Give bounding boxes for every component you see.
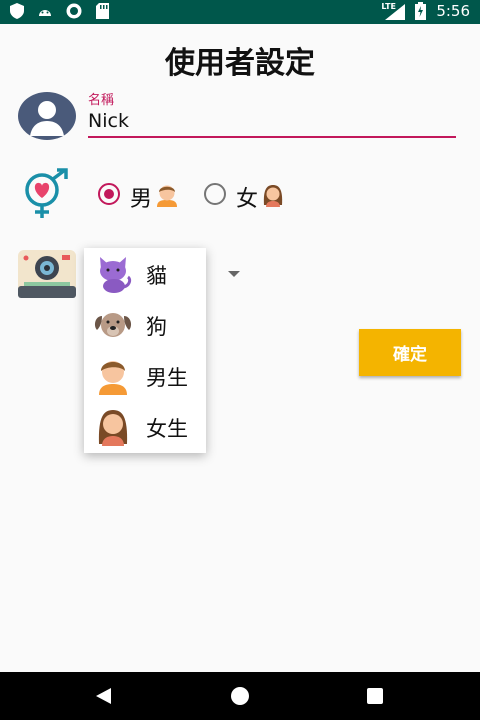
gender-female-label[interactable]: 女 [236,181,258,213]
menu-item-cat[interactable]: 貓 [84,248,206,299]
menu-item-label: 狗 [146,315,167,339]
recent-apps-icon[interactable] [367,688,383,704]
girl-face-icon [263,185,283,207]
android-icon [39,10,51,16]
dropdown-arrow-icon[interactable] [228,271,240,277]
menu-item-girl[interactable]: 女生 [84,401,206,452]
sd-card-icon [96,3,109,19]
gender-male-radio[interactable] [98,183,120,205]
boy-face-icon [157,185,177,207]
photo-menu: 貓 狗 男生 女生 [84,248,206,453]
cat-icon [100,257,132,293]
menu-item-label: 貓 [146,264,167,288]
signal-icon [385,4,406,20]
gender-male-label[interactable]: 男 [130,181,152,213]
home-icon[interactable] [231,687,249,705]
dog-icon [94,313,132,337]
gender-female-radio[interactable] [204,183,226,205]
disc-icon [66,3,82,19]
menu-item-dog[interactable]: 狗 [84,299,206,350]
battery-icon [415,2,427,20]
menu-item-boy[interactable]: 男生 [84,350,206,401]
page-title: 使用者設定 [165,46,315,81]
boy-icon [99,361,127,395]
menu-item-label: 男生 [146,366,188,390]
avatar-icon[interactable] [18,92,76,140]
back-icon[interactable] [96,688,111,704]
menu-item-label: 女生 [146,417,188,441]
girl-icon [98,410,128,446]
name-input[interactable] [88,106,456,138]
gender-icon [25,168,68,218]
confirm-button[interactable]: 確定 [359,329,461,376]
shield-icon [10,3,24,19]
camera-icon[interactable] [18,250,76,298]
clock: 5:56 [436,2,470,20]
status-bar: LTE 5:56 [0,0,480,24]
